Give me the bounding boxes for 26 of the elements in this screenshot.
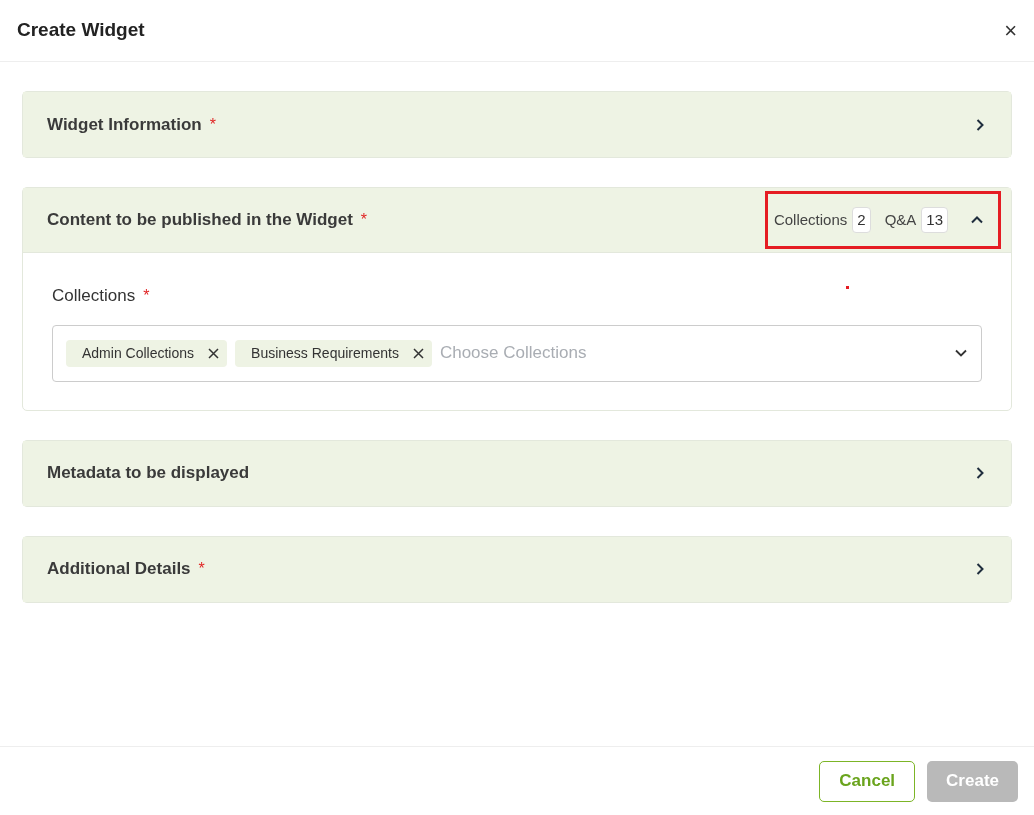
close-icon[interactable] [208, 347, 220, 359]
section-title: Additional Details [47, 558, 191, 581]
collections-select[interactable]: Admin Collections Business Requirements Choose Collections [52, 324, 982, 382]
collections-input[interactable]: Choose Collections [439, 340, 946, 366]
section-title: Metadata to be displayed [47, 462, 250, 485]
accordion-header[interactable]: Widget Information * [23, 92, 1011, 157]
accordion-header[interactable]: Content to be published in the Widget * Collections 2 Q&A 13 [23, 188, 1011, 253]
close-icon[interactable] [412, 347, 424, 359]
count-label: Collections [773, 209, 848, 230]
field-label: Collections [52, 285, 136, 307]
accordion-header[interactable]: Additional Details * [23, 536, 1011, 602]
tag-label: Admin Collections [82, 343, 195, 363]
required-asterisk: * [209, 114, 216, 135]
tag-label: Business Requirements [251, 343, 399, 363]
required-asterisk: * [198, 559, 205, 579]
count-badge: 2 [852, 207, 871, 233]
dialog-title: Create Widget [17, 18, 145, 43]
count-badge: 13 [921, 207, 948, 233]
accordion-header[interactable]: Metadata to be displayed [23, 440, 1011, 506]
dot-mark [846, 286, 849, 289]
section-title: Content to be published in the Widget [47, 209, 353, 232]
required-asterisk: * [360, 210, 368, 230]
required-asterisk: * [143, 285, 150, 306]
close-button[interactable]: × [1004, 19, 1017, 42]
count-label: Q&A [884, 209, 917, 230]
section-title: Widget Information [47, 113, 202, 136]
